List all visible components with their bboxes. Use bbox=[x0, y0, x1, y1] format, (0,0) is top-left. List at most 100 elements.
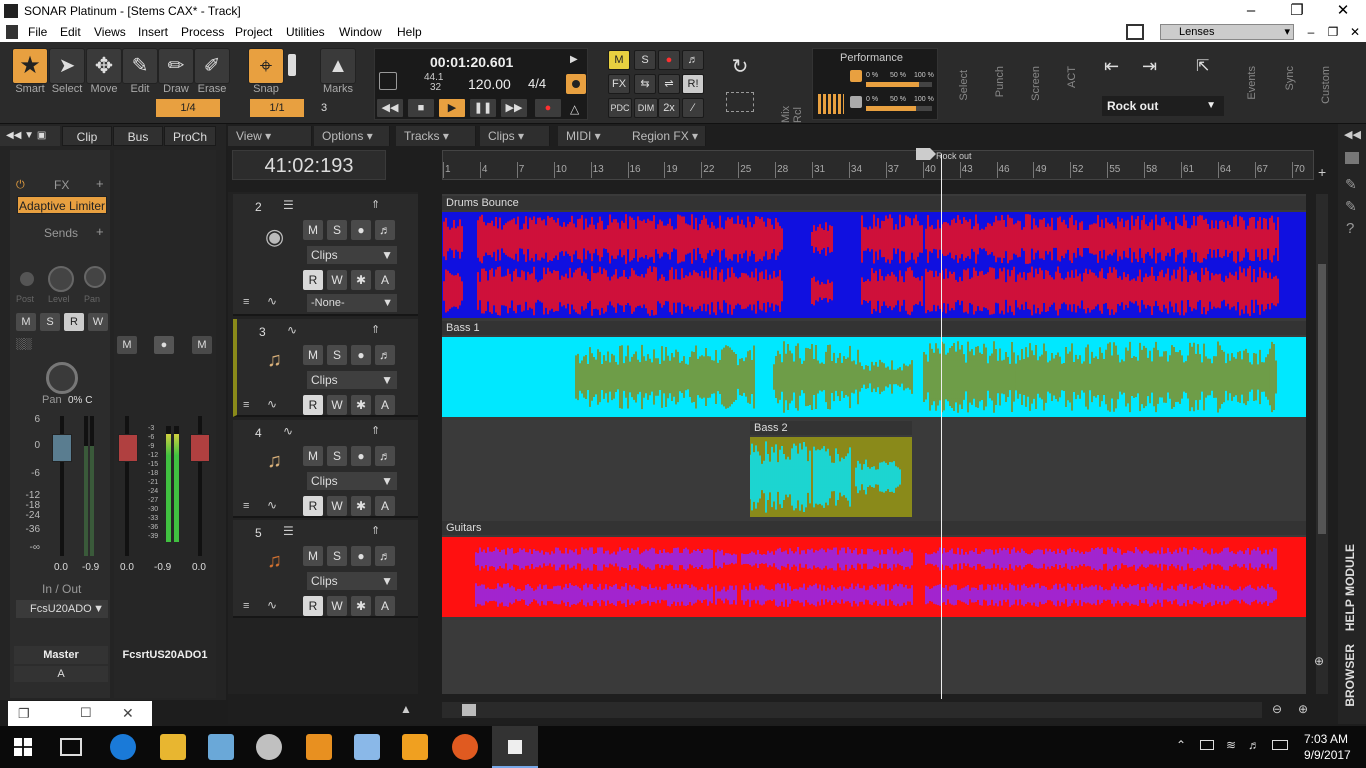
doc-restore-button[interactable]: ❐ bbox=[1322, 22, 1344, 44]
maximize-button[interactable]: ❐ bbox=[1274, 0, 1320, 22]
maximize-icon[interactable]: ☐ bbox=[80, 705, 92, 721]
tray-volume-icon[interactable]: ♬ bbox=[1248, 738, 1260, 752]
view-menu[interactable]: View ▾ bbox=[228, 126, 312, 146]
clip-title-guitars[interactable]: Guitars bbox=[442, 521, 1306, 535]
plugin-browser-icon[interactable]: ✎ bbox=[1345, 176, 1357, 193]
send-level-knob[interactable] bbox=[48, 266, 74, 292]
track-echo-button[interactable]: ♬ bbox=[375, 446, 395, 466]
media-folder-icon[interactable] bbox=[1345, 152, 1359, 164]
track-list-icon[interactable]: ≡ bbox=[243, 296, 249, 308]
snapshot-button[interactable]: ∕ bbox=[682, 98, 704, 118]
edge-browser-icon[interactable] bbox=[110, 734, 136, 760]
select-module-label[interactable]: Select bbox=[958, 70, 970, 101]
tray-wifi-icon[interactable]: ≋ bbox=[1226, 738, 1236, 752]
marker-add-button[interactable]: ⇱ bbox=[1196, 56, 1220, 80]
firefox-icon[interactable] bbox=[452, 734, 478, 760]
bus2-volume-fader[interactable] bbox=[190, 434, 210, 462]
track-settings-icon[interactable]: ☰ bbox=[283, 524, 294, 538]
pause-button[interactable]: ❚❚ bbox=[469, 98, 497, 118]
doc-close-button[interactable]: ✕ bbox=[1344, 22, 1366, 44]
strip-solo-button[interactable]: S bbox=[40, 313, 60, 331]
track-arm-button[interactable]: ● bbox=[351, 220, 371, 240]
record-button[interactable]: ● bbox=[534, 98, 562, 118]
tray-chevron-icon[interactable]: ⌃ bbox=[1176, 738, 1186, 752]
menu-process[interactable]: Process bbox=[181, 25, 224, 39]
horizontal-scroll-thumb[interactable] bbox=[462, 704, 476, 716]
clip-title-bass-1[interactable]: Bass 1 bbox=[442, 321, 1306, 335]
metronome-record-button[interactable] bbox=[566, 74, 586, 94]
region-fx-menu[interactable]: Region FX ▾ bbox=[624, 126, 706, 146]
custom-module-label[interactable]: Custom bbox=[1320, 66, 1332, 104]
track-header-5[interactable]: 5 ☰ ⇑ ♫ M S ● ♬ Clips ▼ ≡ ∿ R W ✱ A bbox=[233, 520, 418, 618]
add-fx-icon[interactable]: + bbox=[96, 176, 104, 191]
expand-browser-icon[interactable]: ◀◀ bbox=[1344, 128, 1361, 141]
twox-button[interactable]: 2x bbox=[658, 98, 680, 118]
bus-mute-button[interactable]: M bbox=[117, 336, 137, 354]
snap-button[interactable]: ⌖ bbox=[248, 48, 284, 84]
now-time-display[interactable]: 41:02:193 bbox=[232, 150, 386, 180]
loop-region-icon[interactable] bbox=[726, 92, 754, 112]
track-edit-filter[interactable]: Clips ▼ bbox=[307, 472, 397, 490]
track-collapse-icon[interactable]: ⇑ bbox=[371, 323, 380, 336]
track-edit-filter[interactable]: Clips ▼ bbox=[307, 371, 397, 389]
start-windows-icon[interactable] bbox=[14, 738, 32, 756]
master-output-a[interactable]: A bbox=[14, 666, 108, 682]
track-write-button[interactable]: W bbox=[327, 596, 347, 616]
events-module-label[interactable]: Events bbox=[1246, 66, 1258, 100]
task-view-icon[interactable] bbox=[60, 738, 82, 756]
tempo[interactable]: 120.00 bbox=[468, 76, 511, 92]
track-solo-button[interactable]: S bbox=[327, 446, 347, 466]
snap-count[interactable]: 3 bbox=[316, 99, 332, 117]
select-tool-button[interactable]: ➤ bbox=[49, 48, 85, 84]
mute-all-button[interactable]: M bbox=[608, 50, 630, 70]
track-read-button[interactable]: R bbox=[303, 270, 323, 290]
media-player-icon[interactable] bbox=[402, 734, 428, 760]
smart-tool-button[interactable]: ★ bbox=[12, 48, 48, 84]
act-module-label[interactable]: ACT bbox=[1066, 66, 1078, 88]
track-automation-icon[interactable]: ∿ bbox=[267, 598, 277, 612]
track-a-button[interactable]: A bbox=[375, 596, 395, 616]
clip-bass-2[interactable] bbox=[750, 437, 912, 517]
track-mute-button[interactable]: M bbox=[303, 446, 323, 466]
track-arm-button[interactable]: ● bbox=[351, 546, 371, 566]
menu-file[interactable]: File bbox=[28, 25, 47, 39]
clip-bass-1[interactable] bbox=[442, 337, 1306, 417]
track-list-icon[interactable]: ≡ bbox=[243, 500, 249, 512]
zoom-out-icon[interactable]: ⊖ bbox=[1272, 702, 1282, 716]
marker-prev-button[interactable]: ⇤ bbox=[1104, 56, 1132, 80]
track-mute-button[interactable]: M bbox=[303, 345, 323, 365]
lenses-icon[interactable] bbox=[1126, 24, 1144, 40]
file-explorer-icon[interactable] bbox=[160, 734, 186, 760]
automation-read-button[interactable]: ⇆ bbox=[634, 74, 656, 94]
fast-forward-button[interactable]: ▶▶ bbox=[500, 98, 528, 118]
track-solo-button[interactable]: S bbox=[327, 345, 347, 365]
track-arm-button[interactable]: ● bbox=[351, 446, 371, 466]
strip-write-button[interactable]: W bbox=[88, 313, 108, 331]
erase-tool-button[interactable]: ✐ bbox=[194, 48, 230, 84]
automation-write-button[interactable]: ⇌ bbox=[658, 74, 680, 94]
lenses-dropdown[interactable]: Lenses ▾ bbox=[1160, 24, 1294, 40]
menu-utilities[interactable]: Utilities bbox=[286, 25, 325, 39]
track-solo-button[interactable]: S bbox=[327, 546, 347, 566]
pan-knob[interactable] bbox=[46, 362, 78, 394]
master-strip-name[interactable]: Master bbox=[14, 646, 108, 664]
metronome-icon[interactable]: △ bbox=[570, 102, 579, 116]
tracks-menu[interactable]: Tracks ▾ bbox=[396, 126, 476, 146]
close-icon[interactable]: ✕ bbox=[122, 705, 134, 722]
track-write-button[interactable]: W bbox=[327, 395, 347, 415]
track-read-button[interactable]: R bbox=[303, 596, 323, 616]
options-menu[interactable]: Options ▾ bbox=[314, 126, 390, 146]
menu-insert[interactable]: Insert bbox=[138, 25, 168, 39]
stop-button[interactable]: ■ bbox=[407, 98, 435, 118]
help-icon[interactable]: ? bbox=[1346, 220, 1354, 237]
track-automation-icon[interactable]: ∿ bbox=[267, 498, 277, 512]
track-input-dropdown[interactable]: -None- ▼ bbox=[307, 294, 397, 312]
menu-views[interactable]: Views bbox=[94, 25, 126, 39]
vertical-scrollbar[interactable] bbox=[1316, 194, 1328, 694]
clips-menu[interactable]: Clips ▾ bbox=[480, 126, 550, 146]
menu-window[interactable]: Window bbox=[339, 25, 382, 39]
draw-tool-button[interactable]: ✏ bbox=[158, 48, 194, 84]
track-read-button[interactable]: R bbox=[303, 496, 323, 516]
minimize-button[interactable]: – bbox=[1228, 0, 1274, 22]
input-echo-button[interactable]: ♬ bbox=[682, 50, 704, 70]
